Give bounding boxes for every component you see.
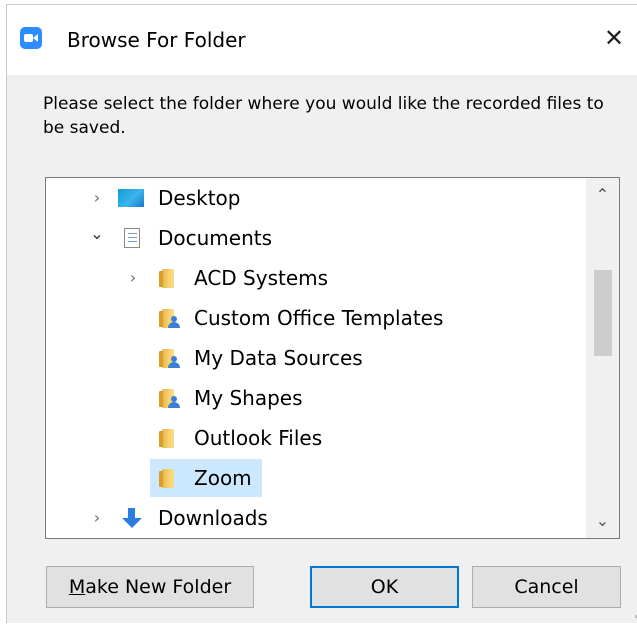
expand-chevron-icon[interactable]: › xyxy=(90,189,104,207)
tree-item-my-data-sources[interactable]: My Data Sources xyxy=(46,338,586,378)
folder-icon xyxy=(159,468,180,488)
tree-item-label: Outlook Files xyxy=(194,426,323,450)
tree-item-outlook-files[interactable]: Outlook Files xyxy=(46,418,586,458)
browse-for-folder-dialog: Browse For Folder ✕ Please select the fo… xyxy=(6,4,637,623)
make-new-folder-button[interactable]: Make New Folder xyxy=(46,566,254,608)
scroll-up-button[interactable]: ⌃ xyxy=(586,178,619,212)
user-folder-icon xyxy=(159,388,180,408)
collapse-chevron-icon[interactable]: ⌄ xyxy=(90,225,104,243)
tree-item-downloads[interactable]: › Downloads xyxy=(46,498,586,538)
tree-item-zoom[interactable]: Zoom xyxy=(46,458,586,498)
user-folder-icon xyxy=(159,308,180,328)
instruction-text: Please select the folder where you would… xyxy=(43,94,604,138)
tree-item-my-shapes[interactable]: My Shapes xyxy=(46,378,586,418)
desktop-icon xyxy=(118,188,144,208)
mnemonic-letter: M xyxy=(68,576,86,598)
tree-item-label: My Shapes xyxy=(194,386,303,410)
vertical-scrollbar[interactable]: ⌃ ⌄ xyxy=(586,178,619,538)
button-label: ake New Folder xyxy=(85,576,232,598)
expand-chevron-icon[interactable]: › xyxy=(126,269,140,287)
tree-item-label: Desktop xyxy=(158,186,241,210)
tree-item-acd-systems[interactable]: › ACD Systems xyxy=(46,258,586,298)
scroll-down-button[interactable]: ⌄ xyxy=(586,504,619,538)
download-icon xyxy=(122,508,142,528)
folder-icon xyxy=(159,428,180,448)
title-bar[interactable]: Browse For Folder ✕ xyxy=(7,5,637,75)
documents-icon xyxy=(122,228,142,248)
tree-item-label: My Data Sources xyxy=(194,346,363,370)
folder-icon xyxy=(159,268,180,288)
zoom-camera-icon xyxy=(20,27,42,49)
tree-item-label: Downloads xyxy=(158,506,268,530)
tree-item-desktop[interactable]: › Desktop xyxy=(46,178,586,218)
window-title: Browse For Folder xyxy=(67,28,246,52)
tree-item-label: ACD Systems xyxy=(194,266,329,290)
folder-tree[interactable]: › Desktop ⌄ Documents › ACD Systems Cust… xyxy=(45,177,620,539)
tree-item-label: Documents xyxy=(158,226,273,250)
tree-item-label: Custom Office Templates xyxy=(194,306,444,330)
ok-button[interactable]: OK xyxy=(310,566,459,608)
expand-chevron-icon[interactable]: › xyxy=(90,509,104,527)
close-button[interactable]: ✕ xyxy=(601,25,627,51)
cancel-button[interactable]: Cancel xyxy=(472,566,621,608)
scroll-thumb[interactable] xyxy=(594,270,612,356)
user-folder-icon xyxy=(159,348,180,368)
tree-item-documents[interactable]: ⌄ Documents xyxy=(46,218,586,258)
tree-item-label: Zoom xyxy=(194,466,252,490)
tree-item-custom-office-templates[interactable]: Custom Office Templates xyxy=(46,298,586,338)
